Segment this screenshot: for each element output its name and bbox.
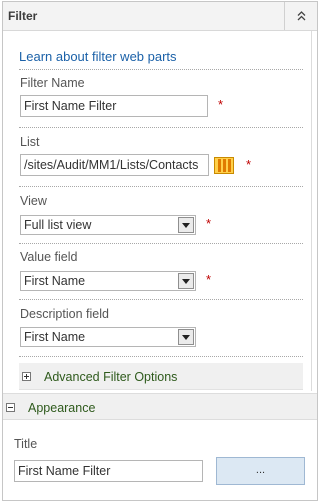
divider xyxy=(19,69,303,70)
advanced-filter-options-toggle[interactable]: Advanced Filter Options xyxy=(19,363,303,390)
list-url-input[interactable]: /sites/Audit/MM1/Lists/Contacts xyxy=(20,154,209,176)
double-chevron-up-icon xyxy=(297,11,306,21)
title-browse-button[interactable]: ... xyxy=(216,457,305,485)
filter-name-value: First Name Filter xyxy=(24,99,117,113)
title-input[interactable]: First Name Filter xyxy=(14,460,203,482)
required-marker: * xyxy=(206,216,212,231)
divider xyxy=(19,127,303,128)
filter-tool-pane: Filter Learn about filter web parts Filt… xyxy=(2,1,318,501)
view-select[interactable]: Full list view xyxy=(20,215,196,235)
dropdown-arrow-icon xyxy=(178,273,194,289)
required-marker: * xyxy=(206,272,212,287)
list-url-value: /sites/Audit/MM1/Lists/Contacts xyxy=(24,158,199,172)
appearance-label: Appearance xyxy=(28,401,96,415)
collapse-button[interactable] xyxy=(284,2,317,30)
panel-header: Filter xyxy=(3,2,317,31)
pane-divider xyxy=(311,31,312,391)
divider xyxy=(19,186,303,187)
list-label: List xyxy=(20,135,40,149)
plus-icon xyxy=(22,372,31,381)
appearance-section-toggle[interactable]: Appearance xyxy=(3,393,317,420)
divider xyxy=(19,356,303,357)
view-label: View xyxy=(20,194,47,208)
panel-title: Filter xyxy=(8,9,38,23)
divider xyxy=(19,243,303,244)
description-field-select[interactable]: First Name xyxy=(20,327,196,347)
required-marker: * xyxy=(246,157,252,172)
dropdown-arrow-icon xyxy=(178,217,194,233)
dropdown-arrow-icon xyxy=(178,329,194,345)
list-icon[interactable] xyxy=(214,157,234,174)
title-label: Title xyxy=(14,437,38,451)
advanced-filter-options-label: Advanced Filter Options xyxy=(44,370,178,384)
description-field-selected-value: First Name xyxy=(24,330,86,344)
minus-icon xyxy=(6,403,15,412)
divider xyxy=(19,299,303,300)
learn-filter-web-parts-link[interactable]: Learn about filter web parts xyxy=(19,49,177,64)
description-field-label: Description field xyxy=(20,307,109,321)
value-field-selected-value: First Name xyxy=(24,274,86,288)
filter-name-label: Filter Name xyxy=(20,76,85,90)
filter-name-input[interactable]: First Name Filter xyxy=(20,95,208,117)
title-value: First Name Filter xyxy=(18,464,111,478)
view-selected-value: Full list view xyxy=(24,218,92,232)
required-marker: * xyxy=(218,97,224,112)
value-field-label: Value field xyxy=(20,250,78,264)
value-field-select[interactable]: First Name xyxy=(20,271,196,291)
